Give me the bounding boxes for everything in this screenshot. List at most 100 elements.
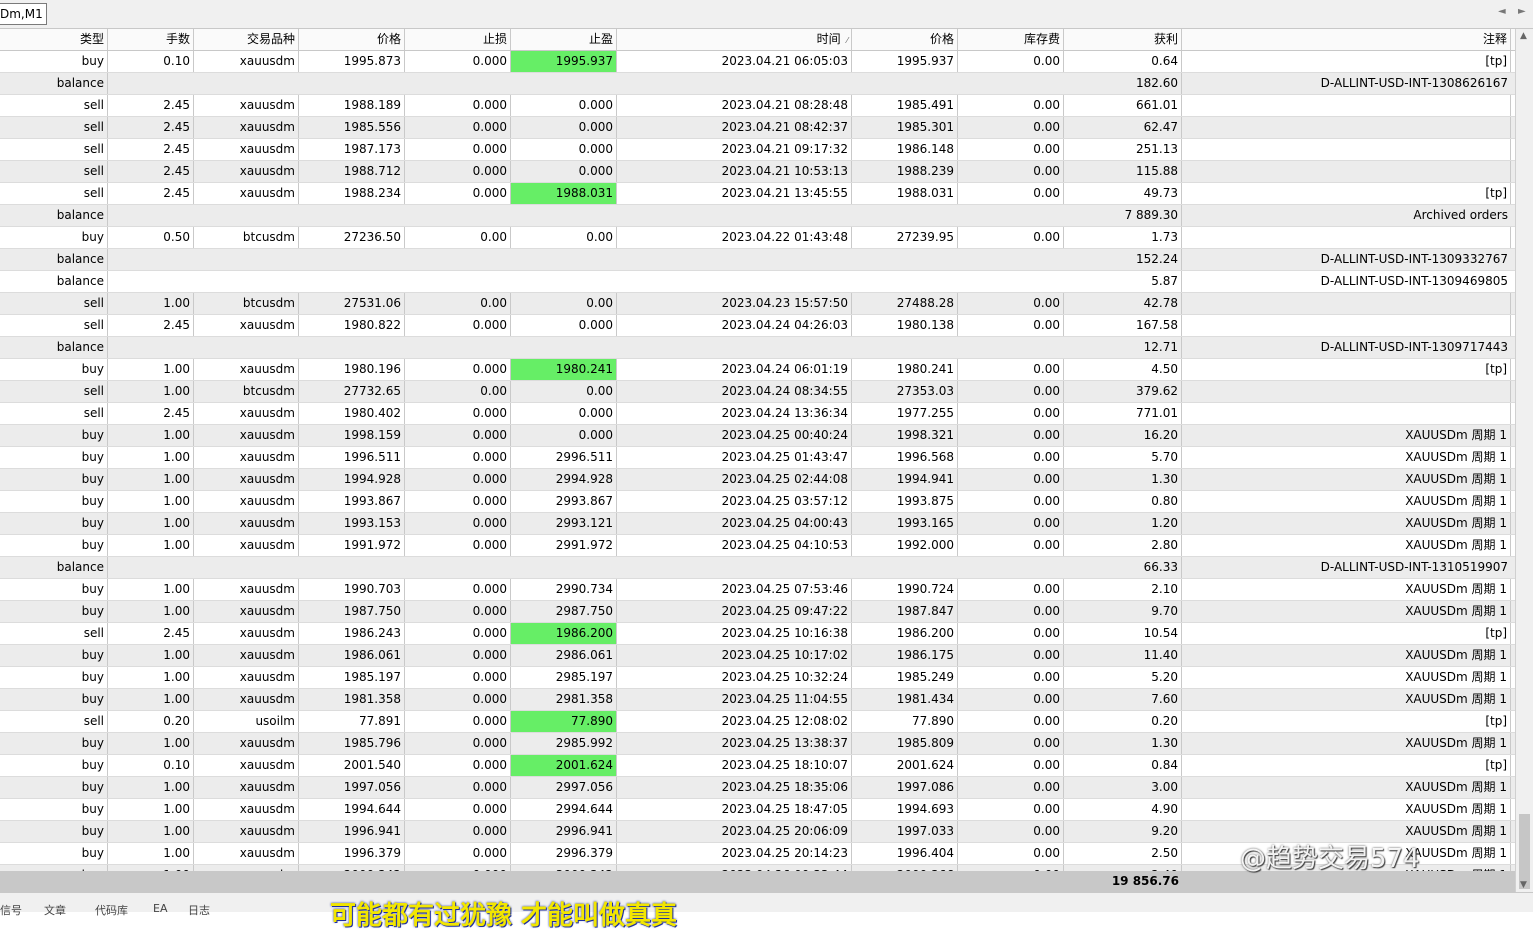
scroll-down-icon[interactable]: ▼	[1520, 880, 1527, 890]
table-row[interactable]: sell 2.45 xauusdm 1988.234 0.000 1988.031 2023…	[0, 183, 1515, 205]
tab-signals[interactable]: 信号	[0, 902, 22, 918]
cell-comment: XAUUSDm 周期 1	[1182, 469, 1511, 490]
cell-symbol: xauusdm	[194, 117, 299, 138]
cell-type: buy	[0, 51, 108, 72]
cell-stop-loss: 0.000	[405, 535, 511, 556]
table-row[interactable]: sell 2.45 xauusdm 1985.556 0.000 0.000 2023.04…	[0, 117, 1515, 139]
column-header-swap[interactable]: 库存费	[958, 29, 1064, 50]
table-row[interactable]: buy 1.00 xauusdm 1980.196 0.000 1980.241 2023.…	[0, 359, 1515, 381]
table-row[interactable]: buy 1.00 xauusdm 1985.197 0.000 2985.197 2023.…	[0, 667, 1515, 689]
cell-profit: 2.80	[1064, 535, 1182, 556]
tab-ea[interactable]: EA	[153, 902, 167, 915]
table-row[interactable]: buy 1.00 xauusdm 1991.972 0.000 2991.972 2023.…	[0, 535, 1515, 557]
cell-profit: 115.88	[1064, 161, 1182, 182]
column-header-symbol[interactable]: 交易品种	[194, 29, 299, 50]
chart-window-tab[interactable]: Dm,M1	[0, 3, 47, 25]
scroll-left-icon[interactable]: ◄	[1498, 6, 1506, 17]
table-row[interactable]: buy 1.00 xauusdm 1997.056 0.000 2997.056 2023.…	[0, 777, 1515, 799]
cell-price: 1985.197	[299, 667, 405, 688]
cell-swap: 0.00	[958, 425, 1064, 446]
cell-swap: 0.00	[958, 733, 1064, 754]
table-row[interactable]: sell 1.00 btcusdm 27732.65 0.00 0.00 2023.04.2…	[0, 381, 1515, 403]
table-row[interactable]: sell 2.45 xauusdm 1986.243 0.000 1986.200 2023…	[0, 623, 1515, 645]
column-header-comment[interactable]: 注释	[1182, 29, 1511, 50]
cell-stop-loss: 0.00	[405, 227, 511, 248]
cell-time: 2023.04.25 09:47:22	[617, 601, 852, 622]
table-row[interactable]: buy 1.00 xauusdm 1993.867 0.000 2993.867 2023.…	[0, 491, 1515, 513]
cell-take-profit: 2987.750	[511, 601, 617, 622]
cell-swap: 0.00	[958, 535, 1064, 556]
cell-swap: 0.00	[958, 579, 1064, 600]
table-row[interactable]: buy 0.10 xauusdm 1995.873 0.000 1995.937 2023.…	[0, 51, 1515, 73]
cell-price: 1990.703	[299, 579, 405, 600]
table-row[interactable]: buy 1.00 xauusdm 1994.644 0.000 2994.644 2023.…	[0, 799, 1515, 821]
cell-stop-loss: 0.000	[405, 623, 511, 644]
table-row[interactable]: buy 1.00 xauusdm 1986.061 0.000 2986.061 2023.…	[0, 645, 1515, 667]
table-row[interactable]: sell 2.45 xauusdm 1988.712 0.000 0.000 2023.04…	[0, 161, 1515, 183]
cell-stop-loss: 0.000	[405, 513, 511, 534]
cell-stop-loss: 0.000	[405, 139, 511, 160]
cell-comment: [tp]	[1182, 183, 1511, 204]
cell-symbol: xauusdm	[194, 755, 299, 776]
cell-time: 2023.04.22 01:43:48	[617, 227, 852, 248]
table-row[interactable]: buy 1.00 xauusdm 1987.750 0.000 2987.750 2023.…	[0, 601, 1515, 623]
balance-row[interactable]: balance 5.87 D-ALLINT-USD-INT-1309469805	[0, 271, 1515, 293]
table-row[interactable]: buy 1.00 xauusdm 1994.928 0.000 2994.928 2023.…	[0, 469, 1515, 491]
column-header-take-profit[interactable]: 止盈	[511, 29, 617, 50]
table-row[interactable]: buy 1.00 xauusdm 1985.796 0.000 2985.992 2023.…	[0, 733, 1515, 755]
cell-type: sell	[0, 623, 108, 644]
cell-close-price: 1985.809	[852, 733, 958, 754]
table-row[interactable]: sell 1.00 btcusdm 27531.06 0.00 0.00 2023.04.2…	[0, 293, 1515, 315]
balance-row[interactable]: balance 12.71 D-ALLINT-USD-INT-1309717443	[0, 337, 1515, 359]
balance-row[interactable]: balance 7 889.30 Archived orders	[0, 205, 1515, 227]
column-header-type[interactable]: 类型	[0, 29, 108, 50]
table-row[interactable]: buy 1.00 xauusdm 1996.511 0.000 2996.511 2023.…	[0, 447, 1515, 469]
cell-swap: 0.00	[958, 95, 1064, 116]
column-header-lots[interactable]: 手数	[108, 29, 194, 50]
sort-icon: ⁄	[846, 36, 848, 45]
scroll-up-icon[interactable]: ▲	[1520, 31, 1527, 41]
cell-time: 2023.04.25 13:38:37	[617, 733, 852, 754]
cell-price: 1986.061	[299, 645, 405, 666]
cell-comment	[1182, 95, 1511, 116]
table-row[interactable]: buy 1.00 xauusdm 1993.153 0.000 2993.121 2023.…	[0, 513, 1515, 535]
table-row[interactable]: sell 2.45 xauusdm 1988.189 0.000 0.000 2023.04…	[0, 95, 1515, 117]
table-row[interactable]: sell 0.20 usoilm 77.891 0.000 77.890 2023.04.2…	[0, 711, 1515, 733]
column-header-close-price[interactable]: 价格	[852, 29, 958, 50]
cell-profit: 9.20	[1064, 821, 1182, 842]
balance-row[interactable]: balance 152.24 D-ALLINT-USD-INT-1309332767	[0, 249, 1515, 271]
cell-profit: 152.24	[1064, 249, 1182, 270]
balance-row[interactable]: balance 66.33 D-ALLINT-USD-INT-1310519907	[0, 557, 1515, 579]
vertical-scrollbar[interactable]: ▲ ▼	[1515, 29, 1533, 892]
table-row[interactable]: sell 2.45 xauusdm 1987.173 0.000 0.000 2023.04…	[0, 139, 1515, 161]
tab-code-base[interactable]: 代码库	[95, 902, 128, 918]
cell-symbol: xauusdm	[194, 733, 299, 754]
table-row[interactable]: buy 0.50 btcusdm 27236.50 0.00 0.00 2023.04.22…	[0, 227, 1515, 249]
column-header-stop-loss[interactable]: 止损	[405, 29, 511, 50]
cell-comment: D-ALLINT-USD-INT-1310519907	[1320, 560, 1508, 574]
balance-row[interactable]: balance 182.60 D-ALLINT-USD-INT-1308626167	[0, 73, 1515, 95]
cell-type: balance	[0, 557, 108, 578]
table-row[interactable]: buy 1.00 xauusdm 1998.159 0.000 0.000 2023.04.…	[0, 425, 1515, 447]
cell-take-profit: 2993.121	[511, 513, 617, 534]
cell-price: 1994.928	[299, 469, 405, 490]
table-row[interactable]: sell 2.45 xauusdm 1980.402 0.000 0.000 2023.04…	[0, 403, 1515, 425]
cell-close-price: 1994.693	[852, 799, 958, 820]
scroll-right-icon[interactable]: ►	[1518, 6, 1526, 17]
cell-comment: XAUUSDm 周期 1	[1182, 799, 1511, 820]
cell-symbol: xauusdm	[194, 689, 299, 710]
cell-take-profit: 2986.061	[511, 645, 617, 666]
cell-type: buy	[0, 425, 108, 446]
cell-symbol: xauusdm	[194, 601, 299, 622]
column-header-time[interactable]: 时间 ⁄	[617, 29, 852, 50]
tab-journal[interactable]: 日志	[188, 902, 210, 918]
table-row[interactable]: buy 0.10 xauusdm 2001.540 0.000 2001.624 2023.…	[0, 755, 1515, 777]
column-header-price[interactable]: 价格	[299, 29, 405, 50]
tab-articles[interactable]: 文章	[44, 902, 66, 918]
scrollbar-thumb[interactable]	[1519, 814, 1530, 889]
table-row[interactable]: buy 1.00 xauusdm 1981.358 0.000 2981.358 2023.…	[0, 689, 1515, 711]
column-header-profit[interactable]: 获利	[1064, 29, 1182, 50]
table-row[interactable]: buy 1.00 xauusdm 1990.703 0.000 2990.734 2023.…	[0, 579, 1515, 601]
cell-time: 2023.04.24 04:26:03	[617, 315, 852, 336]
table-row[interactable]: sell 2.45 xauusdm 1980.822 0.000 0.000 2023.04…	[0, 315, 1515, 337]
